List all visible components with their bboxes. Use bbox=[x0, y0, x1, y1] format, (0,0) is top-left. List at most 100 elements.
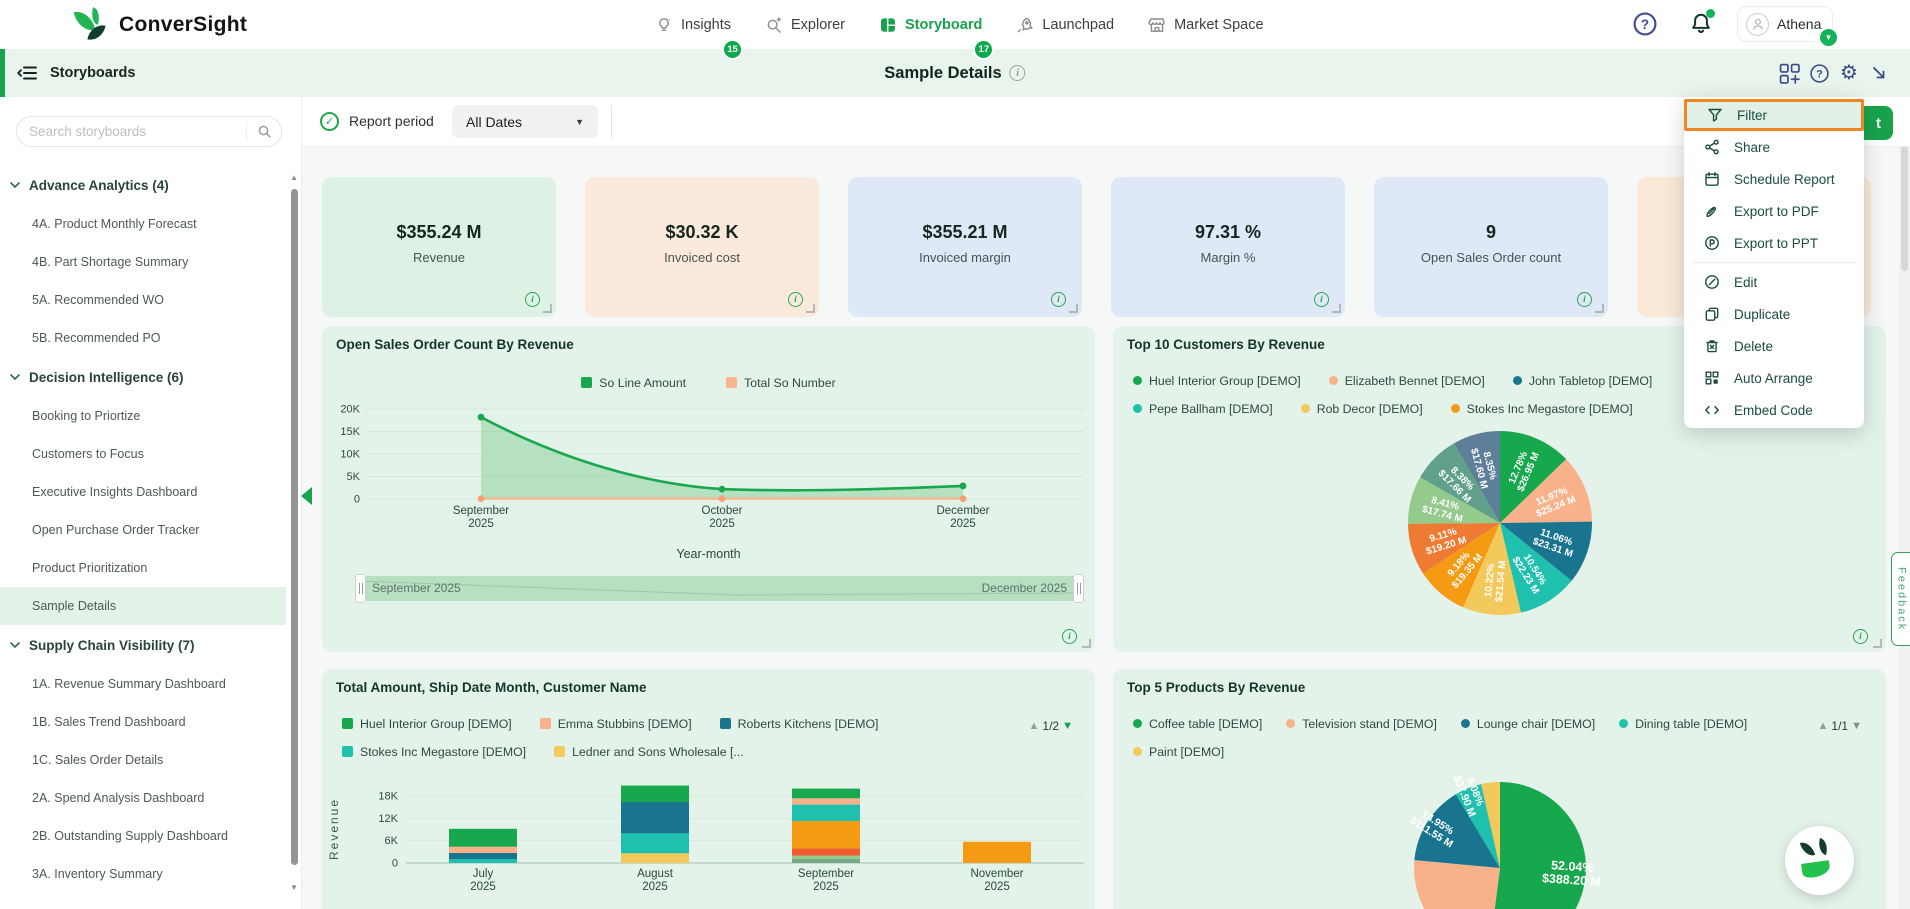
title-info-icon[interactable]: i bbox=[1009, 65, 1026, 81]
search-icon[interactable] bbox=[246, 122, 281, 141]
svg-text:5K: 5K bbox=[347, 471, 361, 483]
menu-item-duplicate[interactable]: Duplicate bbox=[1684, 298, 1864, 330]
nav-item-insights[interactable]: Insights 15 bbox=[655, 16, 743, 60]
sidebar-section[interactable]: Supply Chain Visibility (7) bbox=[0, 625, 286, 665]
chart-panel-open-sales-order[interactable]: Open Sales Order Count By Revenue So Lin… bbox=[322, 326, 1095, 652]
accent-bar bbox=[0, 49, 5, 97]
chart-panel-top5-products[interactable]: Top 5 Products By Revenue Coffee table [… bbox=[1113, 669, 1886, 909]
resize-corner[interactable] bbox=[543, 304, 552, 313]
resize-corner[interactable] bbox=[1082, 639, 1091, 648]
info-icon[interactable]: i bbox=[1577, 292, 1592, 307]
kpi-card-revenue[interactable]: $355.24 M Revenue i bbox=[322, 177, 556, 317]
info-icon[interactable]: i bbox=[1853, 629, 1868, 644]
chart-panel-total-amount[interactable]: Total Amount, Ship Date Month, Customer … bbox=[322, 669, 1095, 909]
nav-item-launchpad[interactable]: Launchpad bbox=[1016, 16, 1114, 34]
chevron-down-icon bbox=[10, 642, 20, 648]
menu-item-embed-code[interactable]: Embed Code bbox=[1684, 394, 1864, 426]
menu-item-delete[interactable]: Delete bbox=[1684, 330, 1864, 362]
resize-corner[interactable] bbox=[1595, 304, 1604, 313]
resize-corner[interactable] bbox=[806, 304, 815, 313]
sidebar-collapse-handle[interactable] bbox=[301, 487, 312, 505]
svg-text:52.04%$388.20 M: 52.04%$388.20 M bbox=[1541, 858, 1602, 889]
menu-item-schedule-report[interactable]: Schedule Report bbox=[1684, 163, 1864, 195]
divider bbox=[611, 105, 612, 138]
kpi-card-open-sales-order-count[interactable]: 9 Open Sales Order count i bbox=[1374, 177, 1608, 317]
report-period-dropdown[interactable]: All Dates ▼ bbox=[452, 105, 598, 138]
sidebar-item-product-prioritization[interactable]: Product Prioritization bbox=[0, 549, 286, 587]
info-icon[interactable]: i bbox=[1051, 292, 1066, 307]
info-icon[interactable]: i bbox=[1314, 292, 1329, 307]
info-icon[interactable]: i bbox=[1062, 629, 1077, 644]
brand[interactable]: ConverSight bbox=[73, 0, 247, 49]
brush-handle-left[interactable] bbox=[355, 574, 366, 603]
scroll-down-icon[interactable]: ▼ bbox=[290, 883, 298, 892]
notifications-bell-icon[interactable] bbox=[1688, 9, 1715, 37]
kpi-card-invoiced-margin[interactable]: $355.21 M Invoiced margin i bbox=[848, 177, 1082, 317]
sidebar-item-2b-outstanding-supply-dashboard[interactable]: 2B. Outstanding Supply Dashboard bbox=[0, 817, 286, 855]
nav-item-market-space[interactable]: Market Space bbox=[1148, 16, 1264, 34]
sidebar-item-1b-sales-trend-dashboard[interactable]: 1B. Sales Trend Dashboard bbox=[0, 703, 286, 741]
search-input[interactable] bbox=[17, 124, 246, 139]
nav-item-explorer[interactable]: Explorer bbox=[765, 16, 845, 34]
brush-handle-right[interactable] bbox=[1073, 574, 1084, 603]
nav-badge: 17 bbox=[973, 38, 995, 60]
menu-item-label: Filter bbox=[1737, 107, 1767, 123]
kpi-value: $355.21 M bbox=[922, 222, 1008, 242]
storyboard-icon bbox=[879, 16, 897, 34]
storyboard-header-bar: Storyboards Sample Details i ? ⚙ bbox=[0, 49, 1910, 97]
info-icon[interactable]: i bbox=[788, 292, 803, 307]
gear-icon[interactable]: ⚙ bbox=[1834, 63, 1864, 83]
sidebar-collapse-icon[interactable] bbox=[16, 65, 38, 81]
svg-text:September2025: September 2025 bbox=[798, 868, 854, 893]
report-period-value: All Dates bbox=[466, 113, 523, 130]
sidebar-section[interactable]: Decision Intelligence (6) bbox=[0, 357, 286, 397]
feedback-tab[interactable]: Feedback bbox=[1891, 552, 1910, 646]
time-range-brush[interactable]: September 2025 December 2025 bbox=[355, 574, 1084, 603]
sidebar-item-1c-sales-order-details[interactable]: 1C. Sales Order Details bbox=[0, 741, 286, 779]
fullscreen-icon[interactable] bbox=[1864, 64, 1894, 82]
svg-text:20K: 20K bbox=[340, 404, 360, 416]
page-scrollbar[interactable] bbox=[1899, 97, 1910, 909]
sidebar-item-5a-recommended-wo[interactable]: 5A. Recommended WO bbox=[0, 281, 286, 319]
sidebar-item-2a-spend-analysis-dashboard[interactable]: 2A. Spend Analysis Dashboard bbox=[0, 779, 286, 817]
kpi-label: Margin % bbox=[1200, 250, 1256, 265]
sidebar-item-booking-to-priortize[interactable]: Booking to Priortize bbox=[0, 397, 286, 435]
sidebar-item-customers-to-focus[interactable]: Customers to Focus bbox=[0, 435, 286, 473]
filter-bar: ✓ Report period All Dates ▼ t bbox=[301, 97, 1910, 147]
help-icon[interactable]: ? bbox=[1632, 11, 1658, 37]
sidebar-item-3a-inventory-summary[interactable]: 3A. Inventory Summary bbox=[0, 855, 286, 893]
report-period-checkbox[interactable]: ✓ bbox=[320, 112, 339, 131]
info-icon[interactable]: i bbox=[525, 292, 540, 307]
scroll-up-icon[interactable]: ▲ bbox=[290, 173, 298, 182]
menu-item-edit[interactable]: Edit bbox=[1684, 266, 1864, 298]
svg-text:November2025: November 2025 bbox=[970, 868, 1023, 893]
menu-item-export-to-pdf[interactable]: Export to PDF bbox=[1684, 195, 1864, 227]
resize-corner[interactable] bbox=[1873, 639, 1882, 648]
sidebar-item-5b-recommended-po[interactable]: 5B. Recommended PO bbox=[0, 319, 286, 357]
kpi-card-invoiced-cost[interactable]: $30.32 K Invoiced cost i bbox=[585, 177, 819, 317]
kpi-card-margin-[interactable]: 97.31 % Margin % i bbox=[1111, 177, 1345, 317]
resize-corner[interactable] bbox=[1069, 304, 1078, 313]
board-help-icon[interactable]: ? bbox=[1804, 63, 1834, 84]
nav-label: Launchpad bbox=[1042, 16, 1115, 33]
sidebar-item-1a-revenue-summary-dashboard[interactable]: 1A. Revenue Summary Dashboard bbox=[0, 665, 286, 703]
storyboard-context-menu: Filter Share Schedule Report Export to PDF E… bbox=[1684, 97, 1864, 428]
user-menu[interactable]: Athena ▼ bbox=[1737, 6, 1839, 48]
menu-item-export-to-ppt[interactable]: Export to PPT bbox=[1684, 227, 1864, 259]
menu-item-auto-arrange[interactable]: Auto Arrange bbox=[1684, 362, 1864, 394]
menu-item-share[interactable]: Share bbox=[1684, 131, 1864, 163]
menu-item-filter[interactable]: Filter bbox=[1684, 99, 1864, 131]
nav-item-storyboard[interactable]: Storyboard 17 bbox=[879, 16, 995, 60]
sidebar-item-executive-insights-dashboard[interactable]: Executive Insights Dashboard bbox=[0, 473, 286, 511]
sidebar-item-4b-part-shortage-summary[interactable]: 4B. Part Shortage Summary bbox=[0, 243, 286, 281]
resize-corner[interactable] bbox=[1332, 304, 1341, 313]
sidebar-item-4a-product-monthly-forecast[interactable]: 4A. Product Monthly Forecast bbox=[0, 205, 286, 243]
breadcrumb[interactable]: Storyboards bbox=[50, 65, 135, 81]
add-widget-icon[interactable] bbox=[1774, 63, 1804, 84]
sidebar-item-open-purchase-order-tracker[interactable]: Open Purchase Order Tracker bbox=[0, 511, 286, 549]
sidebar-section[interactable]: Advance Analytics (4) bbox=[0, 165, 286, 205]
assistant-launcher-button[interactable] bbox=[1785, 826, 1854, 895]
sidebar-scrollbar[interactable] bbox=[291, 189, 298, 865]
chevron-down-icon bbox=[10, 182, 20, 188]
sidebar-item-sample-details[interactable]: Sample Details bbox=[0, 587, 286, 625]
